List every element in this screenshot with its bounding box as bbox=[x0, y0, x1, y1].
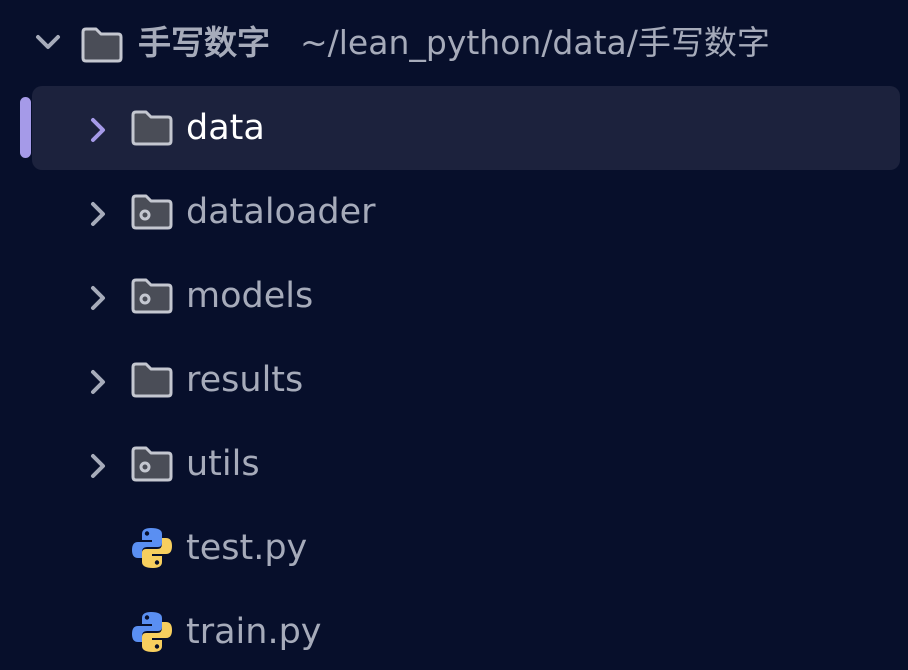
tree-item-label: test.py bbox=[186, 528, 308, 568]
tree-item-train-py[interactable]: train.py bbox=[32, 590, 900, 670]
file-explorer-tree: 手写数字 ~/lean_python/data/手写数字 data datalo… bbox=[0, 0, 908, 670]
package-folder-icon bbox=[131, 446, 173, 482]
chevron-right-icon[interactable] bbox=[88, 284, 108, 312]
chevron-right-icon[interactable] bbox=[88, 452, 108, 480]
tree-item-label: dataloader bbox=[186, 192, 376, 232]
chevron-right-icon[interactable] bbox=[88, 116, 108, 144]
tree-item-utils[interactable]: utils bbox=[32, 422, 900, 506]
root-folder-path: ~/lean_python/data/手写数字 bbox=[300, 23, 770, 62]
folder-icon bbox=[81, 27, 123, 63]
tree-item-data[interactable]: data bbox=[32, 86, 900, 170]
tree-item-test-py[interactable]: test.py bbox=[32, 506, 900, 590]
tree-item-label: models bbox=[186, 276, 314, 316]
tree-item-label: results bbox=[186, 360, 304, 400]
chevron-down-icon[interactable] bbox=[34, 33, 62, 53]
tree-item-dataloader[interactable]: dataloader bbox=[32, 170, 900, 254]
package-folder-icon bbox=[131, 278, 173, 314]
tree-item-results[interactable]: results bbox=[32, 338, 900, 422]
chevron-right-icon[interactable] bbox=[88, 200, 108, 228]
folder-icon bbox=[131, 110, 173, 146]
chevron-right-icon[interactable] bbox=[88, 368, 108, 396]
python-icon bbox=[132, 612, 172, 652]
folder-icon bbox=[131, 362, 173, 398]
python-icon bbox=[132, 528, 172, 568]
root-folder-name: 手写数字 bbox=[138, 23, 270, 62]
tree-item-models[interactable]: models bbox=[32, 254, 900, 338]
root-folder-row[interactable]: 手写数字 ~/lean_python/data/手写数字 bbox=[0, 0, 908, 86]
package-folder-icon bbox=[131, 194, 173, 230]
selection-indicator bbox=[20, 97, 31, 158]
tree-item-label: train.py bbox=[186, 612, 322, 652]
tree-item-label: data bbox=[186, 108, 265, 148]
tree-item-label: utils bbox=[186, 444, 260, 484]
